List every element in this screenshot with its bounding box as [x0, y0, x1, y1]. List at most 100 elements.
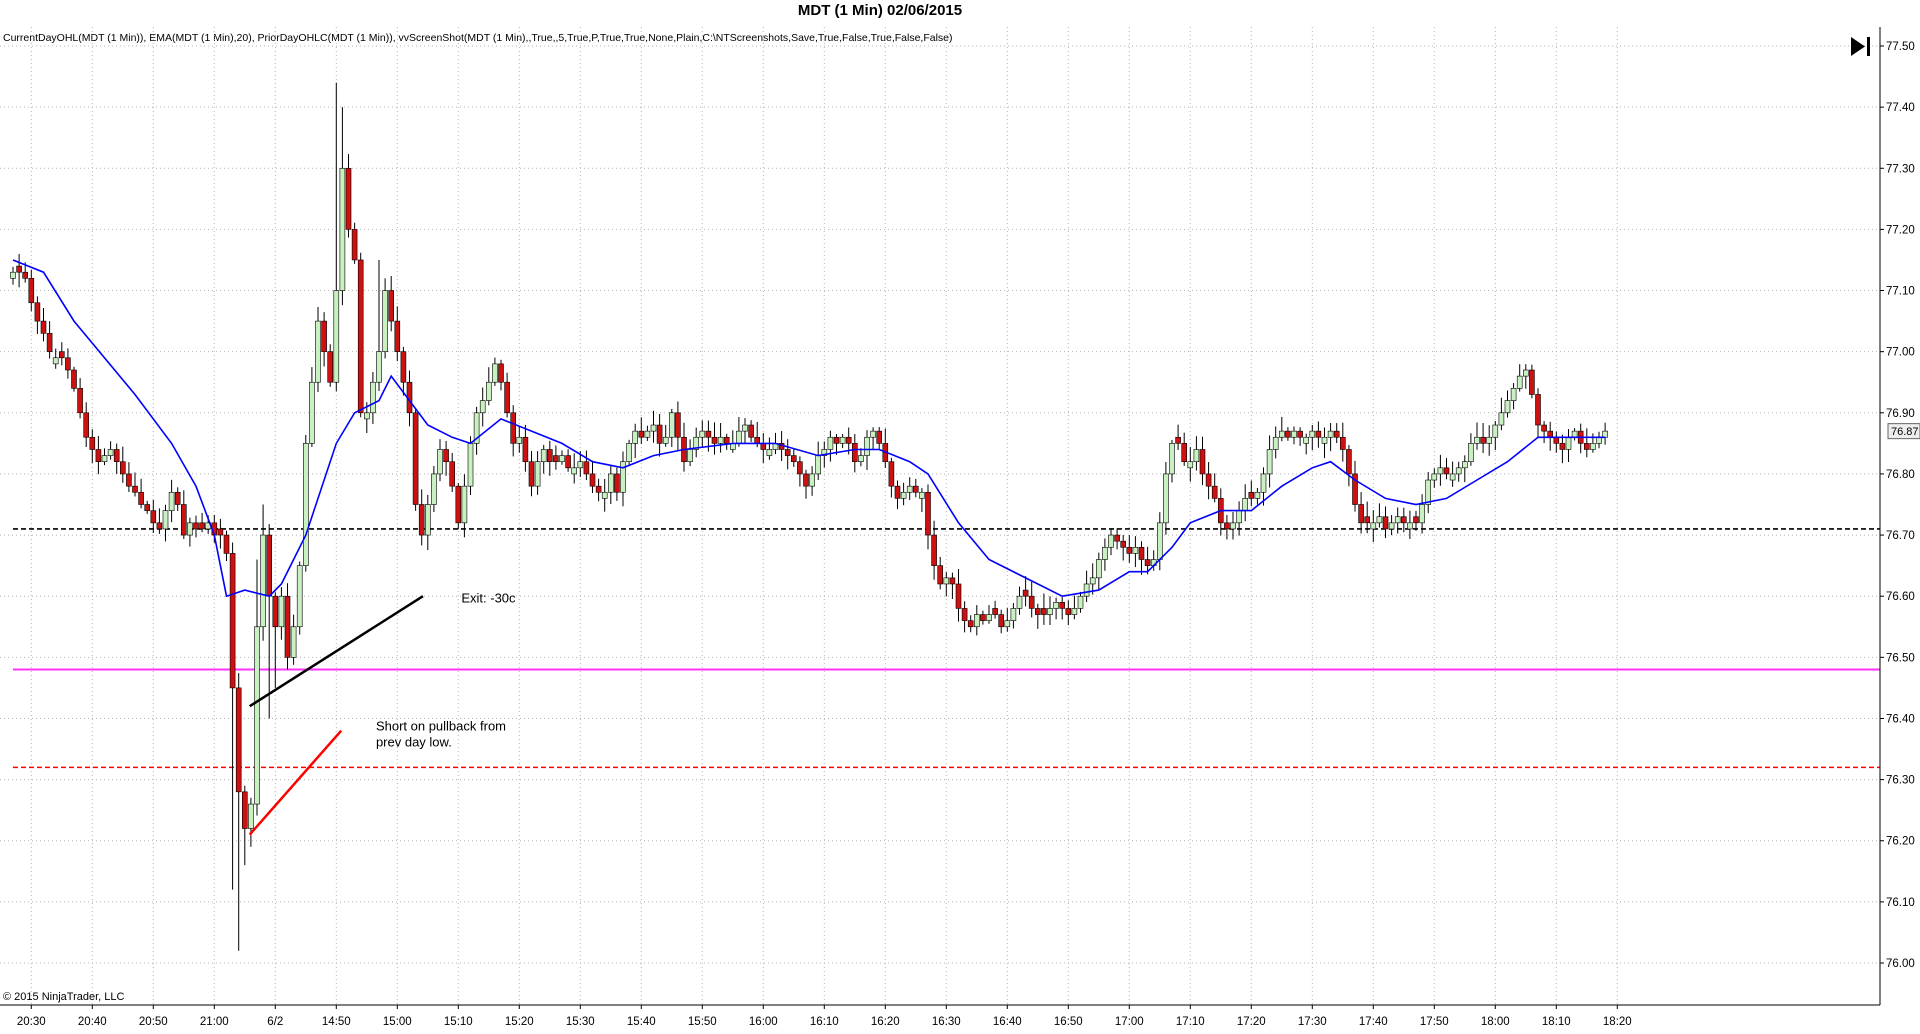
candle-body-up: [1303, 436, 1309, 444]
candle-body-down: [58, 351, 65, 359]
candle-body-up: [467, 443, 474, 487]
candle-body-up: [296, 565, 303, 628]
candle-body-down: [1059, 602, 1065, 609]
candle-body-up: [607, 473, 614, 493]
x-tick-label: 17:40: [1359, 1016, 1388, 1028]
candle-body-up: [485, 381, 492, 401]
candle-body-down: [284, 595, 291, 658]
candle-body-down: [760, 443, 767, 450]
candle-body-up: [1590, 443, 1596, 450]
candle-body-up: [1071, 608, 1078, 615]
x-tick-label: 17:00: [1115, 1016, 1144, 1028]
candle-body-up: [534, 461, 541, 487]
candle-body-down: [1559, 443, 1566, 450]
candle-body-down: [949, 577, 956, 585]
candle-body-up: [1523, 369, 1529, 377]
candle-body-down: [1199, 449, 1206, 475]
candle-body-up: [1193, 449, 1200, 463]
candle-body-up: [101, 455, 108, 463]
candle-body-down: [394, 320, 401, 352]
candle-body-up: [248, 803, 254, 829]
candle-body-down: [546, 449, 553, 463]
x-tick-label: 16:10: [810, 1016, 839, 1028]
x-tick-label: 16:40: [993, 1016, 1022, 1028]
candle-body-up: [1437, 467, 1444, 475]
candle-body-down: [705, 430, 712, 438]
candle: [467, 436, 474, 496]
candle-body-up: [571, 467, 578, 475]
y-tick-label: 77.40: [1886, 102, 1915, 114]
candle-body-down: [1041, 608, 1047, 615]
y-tick-label: 77.20: [1886, 224, 1915, 236]
candle-body-up: [302, 443, 309, 566]
candle-body-up: [1388, 522, 1395, 530]
candle-body-up: [1394, 516, 1401, 524]
candle-body-up: [1474, 436, 1480, 444]
candle-body-up: [1157, 522, 1163, 560]
candle-body-up: [839, 436, 846, 444]
candle-body-up: [1565, 436, 1572, 450]
x-tick-label: 21:00: [200, 1016, 229, 1028]
candle-body-down: [144, 504, 150, 511]
candle-body-up: [1279, 430, 1285, 438]
candle-body-down: [22, 271, 29, 279]
candle-body-up: [1455, 467, 1462, 475]
candle-body-down: [1584, 443, 1590, 450]
candle-body-up: [1321, 436, 1328, 444]
candle-body-up: [1089, 577, 1096, 585]
candle-body-down: [888, 461, 895, 487]
candle-body-down: [797, 461, 803, 475]
candle-body-up: [431, 473, 437, 505]
annotation-line: Exit: -30c: [461, 590, 516, 605]
x-tick-label: 15:00: [383, 1016, 412, 1028]
candle-body-down: [132, 485, 138, 493]
candle-body-up: [687, 449, 693, 463]
candle-body-up: [1096, 559, 1102, 579]
last-price-tag: 76.87: [1887, 423, 1920, 440]
candle-body-down: [150, 510, 157, 524]
scroll-to-end-icon[interactable]: [1848, 34, 1875, 59]
candle-body-up: [52, 357, 59, 365]
candle-body-up: [1571, 430, 1578, 438]
candle-body-down: [217, 528, 224, 536]
candle-body-down: [327, 351, 334, 383]
candle-body-up: [461, 485, 468, 524]
candle-body-up: [437, 449, 443, 475]
candle-body-up: [376, 351, 382, 383]
candle-body-down: [937, 565, 944, 585]
x-tick-label: 17:10: [1176, 1016, 1205, 1028]
candle-body-down: [504, 381, 510, 414]
candle-body-down: [418, 504, 425, 536]
candle-body-up: [650, 424, 657, 432]
candle-body-down: [1138, 546, 1145, 560]
candle-body-up: [870, 430, 876, 438]
candle-body-down: [510, 412, 517, 444]
candle-body-down: [925, 491, 931, 536]
candle-body-down: [193, 522, 199, 530]
candle-body-up: [815, 455, 822, 475]
candle-body-down: [351, 229, 358, 261]
candle-body-up: [1004, 620, 1011, 628]
candle-body-down: [1413, 516, 1419, 524]
candle: [284, 583, 291, 670]
candle-body-up: [601, 491, 608, 499]
candle-body-down: [967, 620, 974, 628]
candle-body-down: [1144, 559, 1151, 566]
candle-body-up: [864, 436, 870, 456]
candle-body-down: [912, 485, 919, 493]
candle-body-down: [71, 369, 77, 389]
candle-body-up: [1236, 510, 1242, 524]
candle-body-down: [833, 436, 840, 444]
candle: [302, 435, 309, 572]
candle-body-down: [1340, 436, 1346, 450]
candle-body-up: [1431, 473, 1438, 481]
candle-body-down: [126, 473, 132, 487]
candle-body-down: [1535, 394, 1541, 426]
candle-body-down: [553, 455, 559, 463]
x-tick-label: 16:00: [749, 1016, 778, 1028]
indicator-list: CurrentDayOHL(MDT (1 Min)), EMA(MDT (1 M…: [3, 32, 953, 44]
candle-body-up: [1272, 436, 1279, 450]
candle-body-down: [1297, 430, 1303, 438]
candle-body-down: [1333, 430, 1340, 438]
candle-body-down: [583, 461, 590, 475]
